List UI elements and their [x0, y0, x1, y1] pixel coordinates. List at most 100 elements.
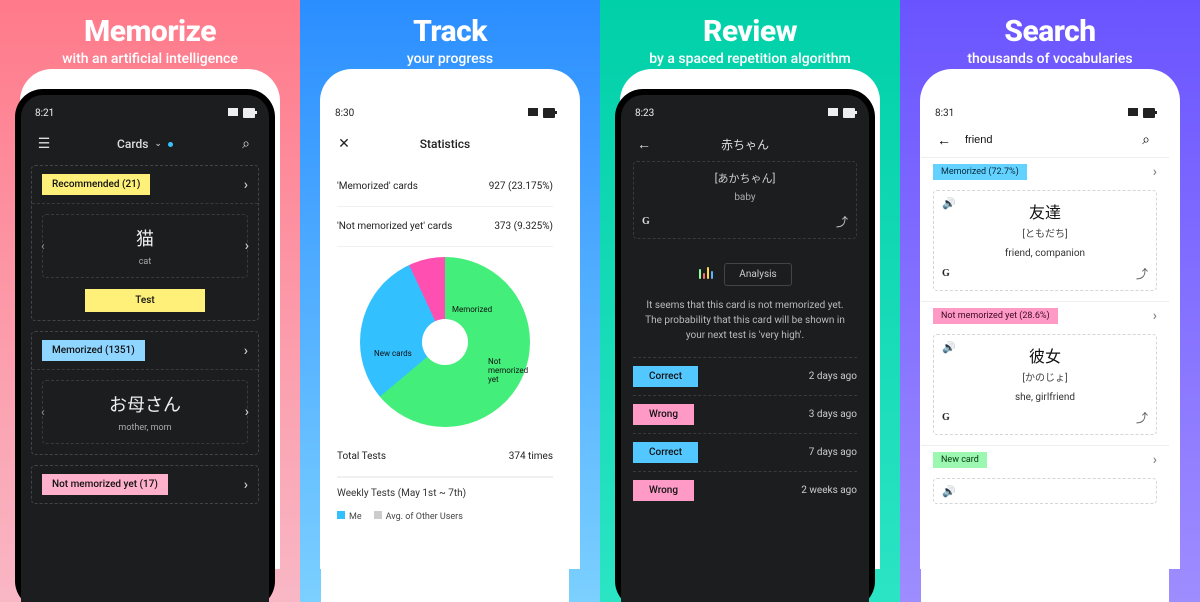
status-bar: 8:31 [921, 95, 1169, 123]
clock: 8:31 [935, 108, 954, 119]
donut-label-memorized: Memorized [452, 305, 492, 314]
search-bar: ← ⌕ [921, 123, 1169, 157]
group-new-card[interactable]: New card › [921, 446, 1169, 474]
chevron-right-icon: › [244, 477, 248, 493]
sound-icon[interactable]: 🔊 [942, 197, 956, 210]
donut-label-new: New cards [374, 349, 412, 358]
not-memorized-chip: Not memorized yet (17) [42, 474, 168, 495]
history-row: Correct 7 days ago [633, 433, 857, 471]
timestamp: 2 weeks ago [801, 485, 857, 496]
result-card[interactable]: 🔊 彼女 [かのじょ] she, girlfriend G ⤴ [933, 334, 1157, 435]
next-card-icon[interactable]: › [245, 238, 249, 254]
clock: 8:30 [335, 108, 354, 119]
headword: 友達 [942, 199, 1148, 223]
panel-review: Review by a spaced repetition algorithm … [600, 0, 900, 602]
flashcard: [あかちゃん] baby G ⤴ [633, 161, 857, 239]
reading: [ともだち] [942, 225, 1148, 240]
phone-frame: 8:31 ← ⌕ Memorized (72.7%) › [915, 89, 1175, 602]
history-row: Wrong 2 weeks ago [633, 471, 857, 509]
search-input[interactable] [963, 133, 1127, 147]
google-icon[interactable]: G [942, 268, 950, 279]
panel-memorize: Memorize with an artificial intelligence… [0, 0, 300, 602]
meaning: friend, companion [942, 248, 1148, 259]
flashcard-memorized[interactable]: ‹ お母さん mother, mom › [42, 380, 248, 444]
flashcard-recommended[interactable]: ‹ 猫 cat › [42, 214, 248, 278]
weekly-tests-heading: Weekly Tests (May 1st ~ 7th) [337, 477, 553, 503]
memorized-chip: Memorized (1351) [42, 340, 145, 361]
phone-frame: 8:21 ☰ Cards⌄ ⌕ Recommended (21) [15, 89, 275, 602]
next-card-icon[interactable]: › [245, 404, 249, 420]
group-recommended[interactable]: Recommended (21) › [32, 166, 258, 204]
status-bar: 8:23 [621, 95, 869, 123]
chevron-right-icon: › [1153, 308, 1157, 324]
chevron-right-icon: › [1153, 164, 1157, 180]
share-icon[interactable]: ⤴ [1136, 409, 1148, 426]
recommended-chip: Recommended (21) [42, 174, 150, 195]
google-icon[interactable]: G [642, 216, 650, 227]
group-not-memorized[interactable]: Not memorized yet (17) › [31, 465, 259, 504]
clock: 8:23 [635, 108, 654, 119]
search-icon[interactable]: ⌕ [1137, 131, 1155, 149]
panel-title: Memorize [84, 14, 216, 49]
share-icon[interactable]: ⤴ [1136, 265, 1148, 282]
not-memorized-chip: Not memorized yet (28.6%) [933, 308, 1058, 324]
meaning: she, girlfriend [942, 392, 1148, 403]
analysis-button[interactable]: Analysis [724, 263, 791, 286]
panel-title: Review [703, 14, 797, 49]
share-icon[interactable]: ⤴ [836, 213, 848, 230]
timestamp: 3 days ago [809, 409, 857, 420]
sound-icon[interactable]: 🔊 [942, 341, 956, 354]
panel-search: Search thousands of vocabularies 8:31 ← … [900, 0, 1200, 602]
timestamp: 2 days ago [809, 371, 857, 382]
card-back: cat [139, 257, 152, 267]
stat-memorized: 'Memorized' cards927 (23.175%) [337, 167, 553, 207]
prev-card-icon[interactable]: ‹ [41, 239, 45, 253]
history-row: Wrong 3 days ago [633, 395, 857, 433]
memorized-chip: Memorized (72.7%) [933, 164, 1027, 180]
card-title: 赤ちゃん [721, 136, 769, 153]
sound-icon[interactable]: 🔊 [942, 485, 956, 498]
group-not-memorized[interactable]: Not memorized yet (28.6%) › [921, 302, 1169, 330]
chevron-right-icon: › [244, 343, 248, 359]
clock: 8:21 [35, 108, 54, 119]
new-card-chip: New card [933, 452, 987, 468]
stat-not-memorized: 'Not memorized yet' cards373 (9.325%) [337, 207, 553, 247]
deck-dropdown[interactable]: Cards⌄ [117, 137, 173, 151]
donut-label-notmem: Not memorized yet [488, 357, 530, 384]
stat-total-tests: Total Tests374 times [337, 437, 553, 477]
phone-frame: 8:30 ✕ Statistics 'Memorized' cards927 (… [315, 89, 575, 602]
test-button[interactable]: Test [32, 288, 258, 312]
status-bar: 8:21 [21, 95, 269, 123]
status-bar: 8:30 [321, 95, 569, 123]
card-front: 猫 [136, 225, 154, 251]
filter-icon[interactable]: ☰ [35, 135, 53, 153]
card-front: お母さん [109, 391, 181, 417]
panel-title: Track [413, 14, 487, 49]
group-memorized[interactable]: Memorized (1351) › [32, 332, 258, 370]
result-chip: Wrong [633, 480, 694, 501]
history-row: Correct 2 days ago [633, 357, 857, 395]
result-card[interactable]: 🔊 [933, 478, 1157, 504]
back-icon[interactable]: ← [635, 135, 653, 153]
result-chip: Correct [633, 442, 698, 463]
top-bar: ← 赤ちゃん [621, 123, 869, 161]
prev-card-icon[interactable]: ‹ [41, 405, 45, 419]
google-icon[interactable]: G [942, 412, 950, 423]
reading: [かのじょ] [942, 369, 1148, 384]
card-back: mother, mom [118, 423, 171, 433]
result-chip: Wrong [633, 404, 694, 425]
timestamp: 7 days ago [809, 447, 857, 458]
panel-track: Track your progress 8:30 ✕ Statistics [300, 0, 600, 602]
back-icon[interactable]: ← [935, 131, 953, 149]
top-bar: ☰ Cards⌄ ⌕ [21, 123, 269, 161]
meaning: baby [734, 192, 755, 203]
group-memorized[interactable]: Memorized (72.7%) › [921, 158, 1169, 186]
reading: [あかちゃん] [715, 170, 776, 186]
close-icon[interactable]: ✕ [335, 135, 353, 153]
result-card[interactable]: 🔊 友達 [ともだち] friend, companion G ⤴ [933, 190, 1157, 291]
analysis-message: It seems that this card is not memorized… [633, 298, 857, 357]
page-title: Statistics [420, 137, 470, 151]
bars-icon [698, 267, 714, 282]
search-icon[interactable]: ⌕ [237, 135, 255, 153]
top-bar: ✕ Statistics [321, 123, 569, 161]
